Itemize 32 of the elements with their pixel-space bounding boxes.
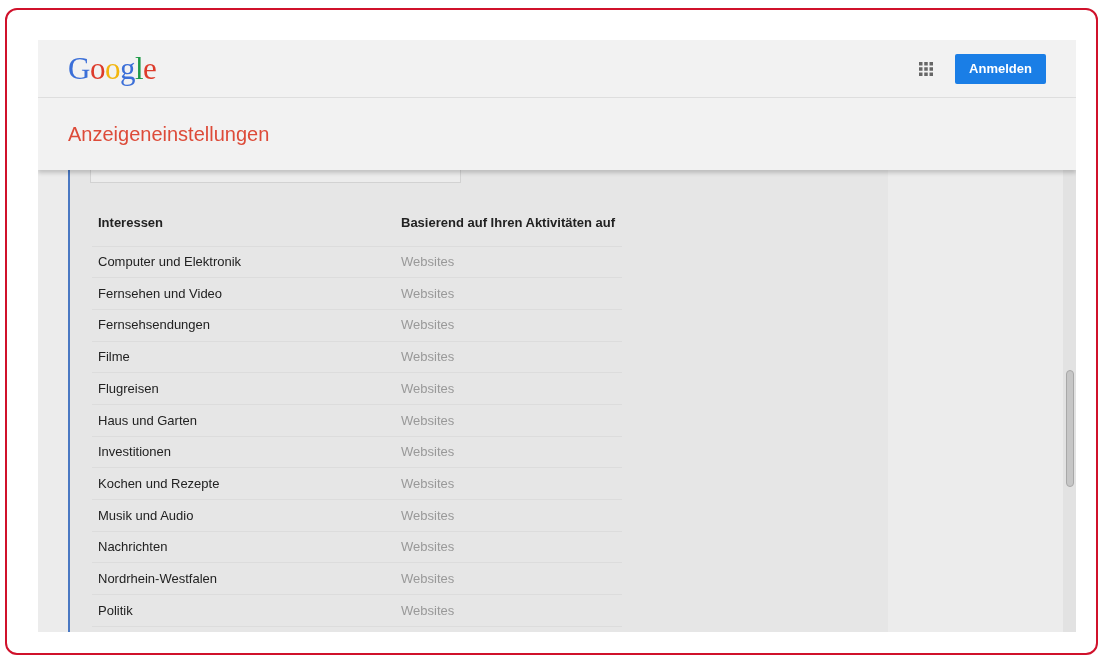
- table-cell: Fernsehen und Video: [98, 285, 223, 301]
- table-cell: Investitionen: [98, 444, 171, 460]
- table-cell: Flugreisen: [98, 380, 159, 396]
- table-cell: Computer und Elektronik: [98, 254, 242, 270]
- scrollbar[interactable]: [1063, 170, 1076, 632]
- table-cell: Nachrichten: [98, 539, 168, 555]
- table-cell: Websites: [401, 444, 455, 460]
- apps-grid-icon[interactable]: [919, 61, 933, 76]
- page-title: Anzeigeneinstellungen: [68, 122, 270, 147]
- table-cell: Websites: [401, 507, 455, 523]
- table-cell: Websites: [401, 570, 455, 586]
- table-cell: Filme: [98, 349, 130, 365]
- logo[interactable]: Google: [68, 53, 157, 84]
- column-header: Basierend auf Ihren Aktivitäten auf: [401, 215, 616, 230]
- table-cell: Politik: [98, 602, 133, 618]
- table-cell: Websites: [401, 539, 455, 555]
- table-cell: Websites: [401, 475, 455, 491]
- table-cell: Websites: [401, 412, 455, 428]
- table-cell: Kochen und Rezepte: [98, 475, 220, 491]
- sign-in-button[interactable]: Anmelden: [955, 53, 1046, 84]
- table-cell: Fernsehsendungen: [98, 317, 211, 333]
- table-cell: Musik und Audio: [98, 507, 194, 523]
- table-cell: Websites: [401, 602, 455, 618]
- table-cell: Nordrhein-Westfalen: [98, 570, 217, 586]
- column-header: Interessen: [98, 215, 164, 230]
- scrollbar-thumb[interactable]: [1066, 370, 1074, 487]
- table-cell: Haus und Garten: [98, 412, 197, 428]
- table-cell: Websites: [401, 254, 455, 270]
- table-cell: Websites: [401, 317, 455, 333]
- table-cell: Websites: [401, 380, 455, 396]
- table-cell: Websites: [401, 285, 455, 301]
- table-cell: Websites: [401, 349, 455, 365]
